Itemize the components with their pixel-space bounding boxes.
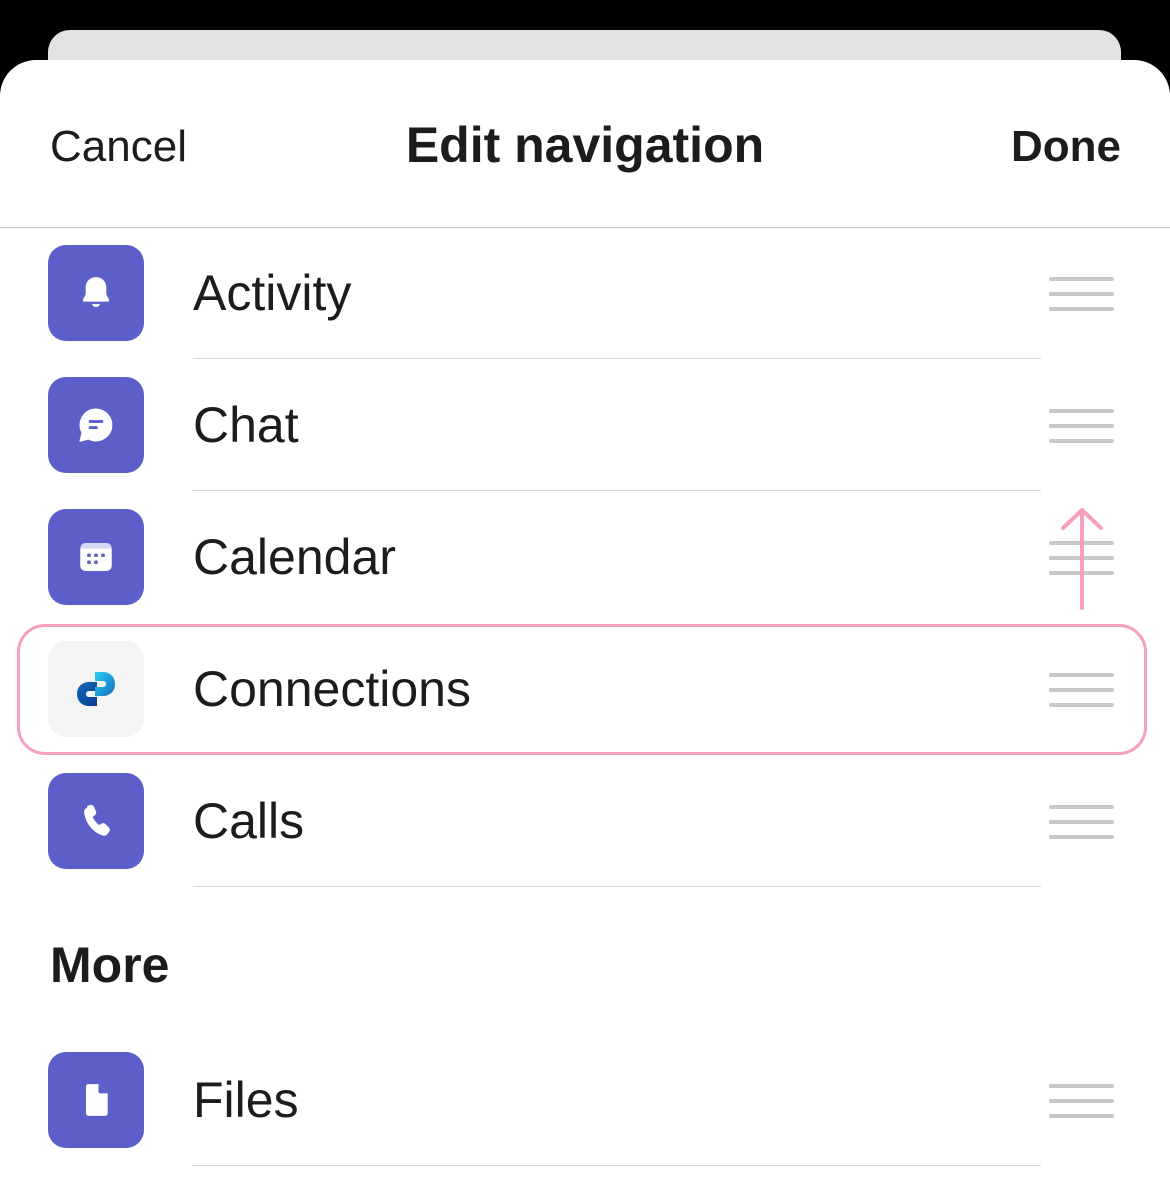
calendar-icon: [48, 509, 144, 605]
nav-item-calls: Calls: [0, 773, 1170, 905]
row-divider: [193, 358, 1041, 359]
page-title: Edit navigation: [405, 117, 765, 173]
nav-item-label: Calls: [193, 793, 305, 849]
file-icon: [48, 1052, 144, 1148]
drag-handle-icon[interactable]: [1049, 1084, 1114, 1118]
chat-bubble-icon: [48, 377, 144, 473]
nav-item-activity: Activity: [0, 245, 1170, 377]
nav-item-connections: Connections: [0, 641, 1170, 773]
nav-item-files: Files: [0, 1052, 1170, 1184]
nav-item-label: Connections: [193, 661, 471, 717]
nav-item-chat: Chat: [0, 377, 1170, 509]
nav-item-label: Files: [193, 1072, 299, 1128]
move-up-arrow-icon: [1061, 508, 1103, 610]
nav-item-label: Activity: [193, 265, 352, 321]
phone-icon: [48, 773, 144, 869]
row-divider: [193, 490, 1041, 491]
done-button[interactable]: Done: [1011, 122, 1121, 172]
connections-icon: [48, 641, 144, 737]
nav-item-label: Calendar: [193, 529, 396, 585]
drag-handle-icon[interactable]: [1049, 277, 1114, 311]
header-divider: [0, 227, 1170, 228]
bell-icon: [48, 245, 144, 341]
row-divider: [193, 1165, 1041, 1166]
edit-navigation-sheet: Cancel Edit navigation Done Activity Cha…: [0, 60, 1170, 1186]
row-divider: [193, 886, 1041, 887]
sheet-header: Cancel Edit navigation Done: [0, 60, 1170, 227]
drag-handle-icon[interactable]: [1049, 673, 1114, 707]
nav-item-calendar: Calendar: [0, 508, 1170, 641]
more-section-title: More: [50, 937, 170, 993]
drag-handle-icon[interactable]: [1049, 409, 1114, 443]
nav-item-label: Chat: [193, 397, 299, 453]
drag-handle-icon[interactable]: [1049, 805, 1114, 839]
